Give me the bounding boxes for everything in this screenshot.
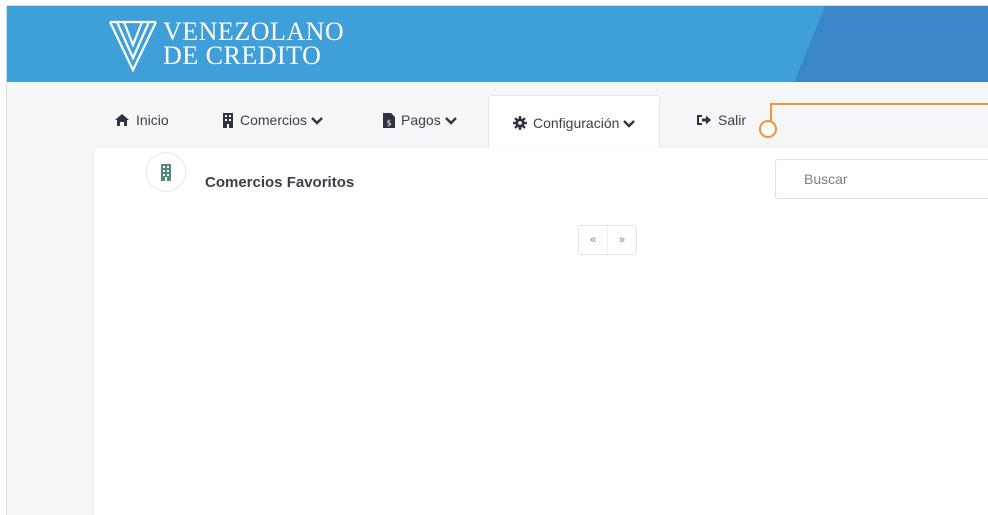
- bank-logo-icon: [109, 20, 157, 73]
- nav-item-comercios[interactable]: Comercios: [222, 94, 323, 146]
- invoice-icon: $: [383, 112, 395, 128]
- card-icon-badge: [146, 152, 186, 192]
- gear-icon: [513, 116, 527, 130]
- svg-text:$: $: [386, 118, 391, 127]
- bank-name-line2: DE CREDITO: [163, 41, 322, 70]
- building-icon: [161, 163, 171, 181]
- chevron-down-icon: [444, 116, 457, 125]
- bank-name: VENEZOLANO DE CREDITO: [163, 19, 344, 70]
- pagination: « »: [578, 225, 637, 255]
- main-card: Comercios Favoritos « »: [94, 148, 988, 515]
- callout-marker: [759, 120, 777, 138]
- nav-item-label: Pagos: [401, 112, 441, 128]
- nav-item-label: Salir: [718, 112, 747, 128]
- pagination-prev-button[interactable]: «: [579, 226, 607, 254]
- building-icon: [223, 112, 233, 128]
- page-title: Comercios Favoritos: [205, 174, 355, 191]
- nav-item-pagos[interactable]: $ Pagos: [383, 94, 457, 146]
- search-input[interactable]: [775, 159, 988, 199]
- nav-item-label: Configuración: [533, 115, 620, 131]
- callout-line: [770, 103, 988, 105]
- sign-out-icon: [697, 115, 711, 125]
- home-icon: [115, 114, 129, 126]
- chevron-down-icon: [311, 116, 323, 125]
- header-accent: [794, 6, 988, 82]
- header-bar: VENEZOLANO DE CREDITO: [7, 6, 988, 82]
- chevron-down-icon: [623, 119, 636, 128]
- nav-item-label: Comercios: [240, 112, 307, 128]
- nav-item-label: Inicio: [136, 112, 169, 128]
- nav-item-salir[interactable]: Salir: [697, 94, 746, 146]
- nav-item-inicio[interactable]: Inicio: [114, 94, 169, 146]
- nav-item-configuracion[interactable]: Configuración: [488, 95, 661, 150]
- main-nav: Inicio Comercios $ Pagos Configuración S…: [7, 94, 988, 150]
- app-frame: VENEZOLANO DE CREDITO Inicio Comercios $…: [6, 5, 988, 515]
- callout-line: [770, 103, 772, 122]
- pagination-next-button[interactable]: »: [607, 226, 636, 254]
